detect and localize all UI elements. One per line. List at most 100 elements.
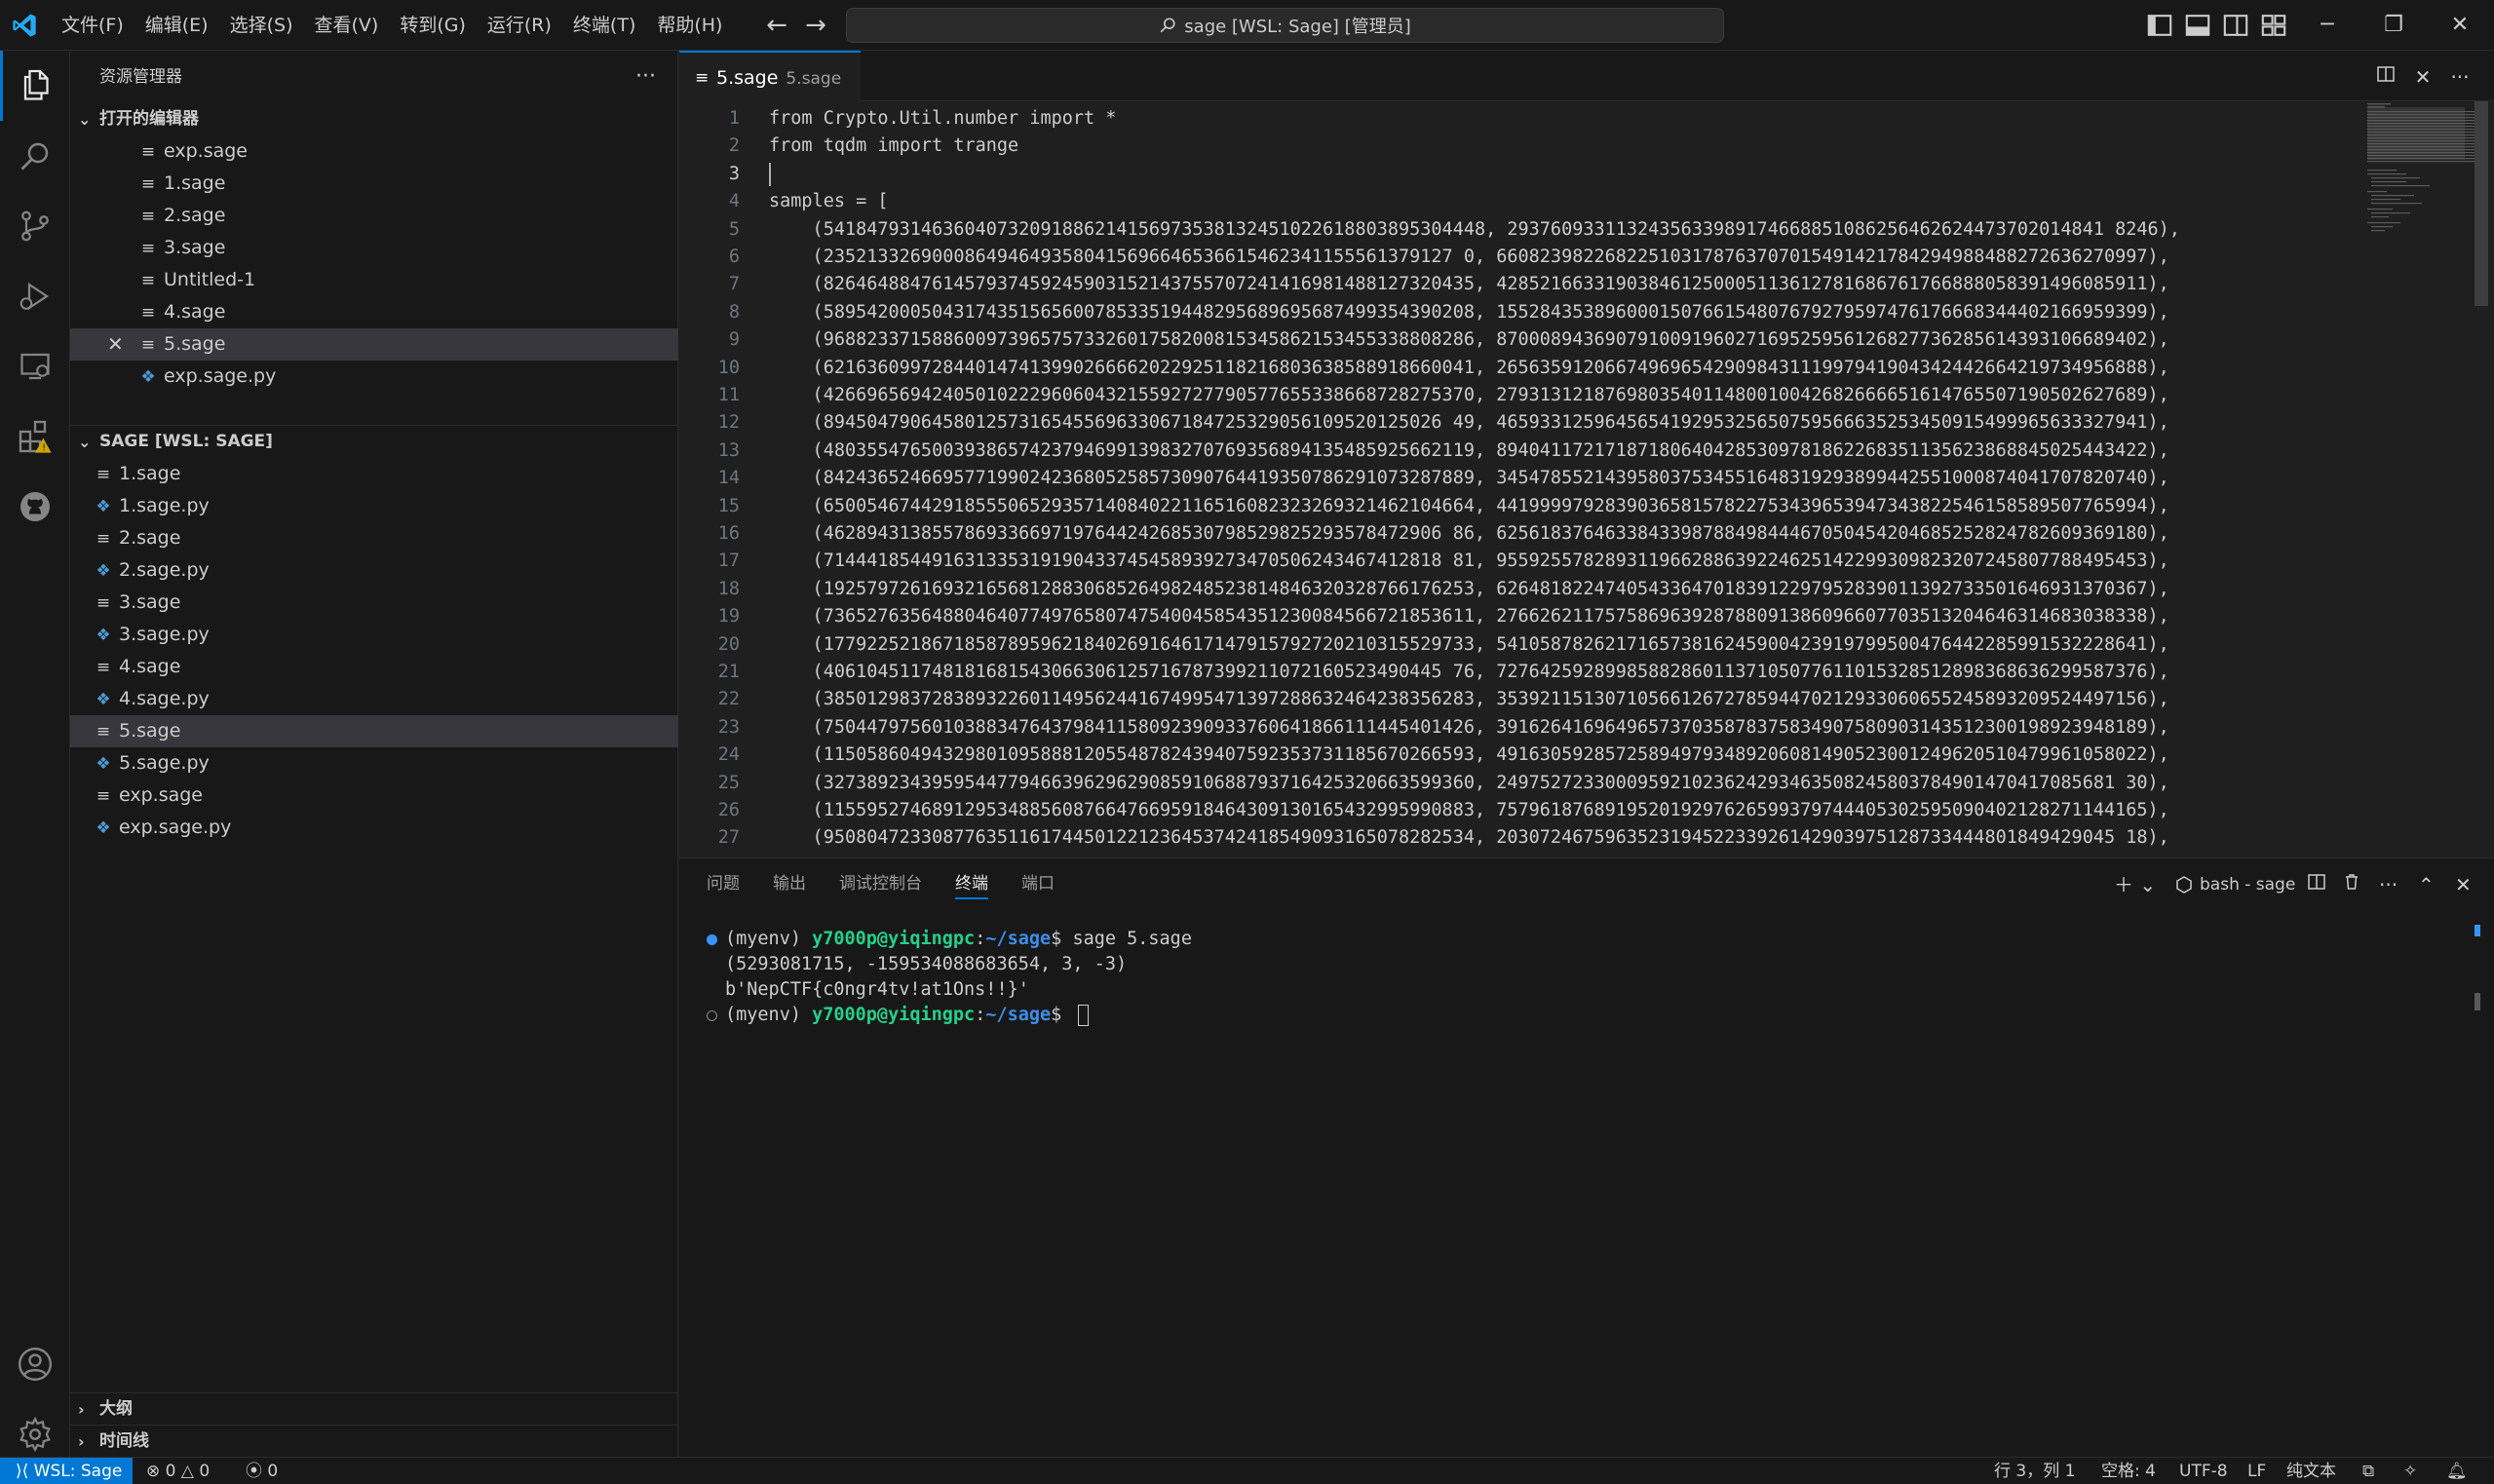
file-item[interactable]: ≡ 4.sage	[70, 651, 678, 683]
file-item[interactable]: ≡ exp.sage	[70, 135, 678, 168]
language-mode[interactable]: 纯文本	[2286, 1458, 2336, 1484]
ports-indicator[interactable]: ⦿ 0	[246, 1458, 278, 1484]
maximize-panel-icon[interactable]: ⌃	[2418, 872, 2435, 897]
menu-item[interactable]: 查看(V)	[304, 9, 390, 42]
close-icon[interactable]: ✕	[107, 328, 124, 361]
code-text: (385012983728389322601149562441674995471…	[769, 689, 2169, 710]
panel-more-icon[interactable]: ···	[2379, 872, 2398, 897]
code-line: 23 (750447975601038834764379841158092390…	[679, 714, 2356, 742]
terminal-selector[interactable]: bash - sage	[2174, 872, 2295, 897]
customize-layout-icon[interactable]	[2260, 12, 2287, 39]
file-label: 5.sage	[119, 720, 181, 742]
end-of-line[interactable]: LF	[2247, 1458, 2266, 1484]
file-item[interactable]: ≡ 1.sage	[70, 168, 678, 200]
line-number: 6	[728, 247, 740, 267]
forward-arrow-icon[interactable]: →	[801, 11, 830, 40]
file-item[interactable]: ✕ ≡ 5.sage	[70, 328, 678, 361]
file-item[interactable]: ≡ Untitled-1	[70, 264, 678, 296]
toggle-secondary-sidebar-icon[interactable]	[2222, 12, 2249, 39]
editor-scrollbar[interactable]	[2475, 101, 2488, 306]
panel-tab[interactable]: 问题	[707, 858, 740, 909]
command-center[interactable]: sage [WSL: Sage] [管理员]	[846, 8, 1724, 43]
encoding[interactable]: UTF-8	[2179, 1458, 2228, 1484]
split-editor-icon[interactable]	[2373, 64, 2398, 90]
line-number: 2	[728, 135, 740, 157]
file-copy-icon[interactable]: ⧉	[2362, 1458, 2374, 1484]
terminal-shell-icon	[2176, 876, 2192, 894]
menu-item[interactable]: 终端(T)	[562, 9, 646, 42]
file-item[interactable]: ❖ 2.sage.py	[70, 554, 678, 587]
code-text: from tqdm import trange	[769, 135, 1019, 157]
back-arrow-icon[interactable]: ←	[762, 11, 791, 40]
explorer-sidebar: 资源管理器 ··· ⌄ 打开的编辑器 ≡ exp.sage ≡ 1.sage ≡ 2.sa…	[70, 51, 678, 1457]
file-item[interactable]: ≡ 2.sage	[70, 200, 678, 232]
file-item[interactable]: ❖ 4.sage.py	[70, 683, 678, 715]
github-icon[interactable]	[0, 472, 70, 542]
file-item[interactable]: ≡ 2.sage	[70, 522, 678, 554]
workspace-header[interactable]: ⌄ SAGE [WSL: SAGE]	[70, 425, 678, 457]
file-item[interactable]: ≡ 3.sage	[70, 587, 678, 619]
minimize-icon[interactable]: ─	[2296, 0, 2359, 51]
file-item[interactable]: ❖ 3.sage.py	[70, 619, 678, 651]
extensions-icon[interactable]: !	[0, 401, 70, 472]
indentation[interactable]: 空格: 4	[2101, 1458, 2156, 1484]
problems-indicator[interactable]: ⊗ 0 △ 0	[146, 1458, 210, 1484]
file-item[interactable]: ≡ 3.sage	[70, 232, 678, 264]
line-number: 15	[717, 495, 740, 516]
editor-more-icon[interactable]: ···	[2447, 64, 2473, 90]
file-item[interactable]: ≡ 1.sage	[70, 458, 678, 490]
close-window-icon[interactable]: ✕	[2429, 0, 2491, 51]
toggle-primary-sidebar-icon[interactable]	[2146, 12, 2173, 39]
code-editor[interactable]: 1 from Crypto.Util.number import * 2 from t…	[679, 101, 2494, 857]
menu-item[interactable]: 转到(G)	[389, 9, 477, 42]
code-line: 15 (650054674429185550652935714084022116…	[679, 493, 2356, 520]
python-file-icon: ❖	[96, 626, 111, 645]
explorer-icon[interactable]	[0, 51, 70, 121]
remote-indicator[interactable]: ⟩⟨ WSL: Sage	[0, 1458, 133, 1484]
file-item[interactable]: ❖ 5.sage.py	[70, 747, 678, 780]
source-control-icon[interactable]	[0, 191, 70, 261]
file-item[interactable]: ≡ exp.sage	[70, 780, 678, 812]
run-debug-icon[interactable]	[0, 261, 70, 331]
remote-explorer-icon[interactable]	[0, 331, 70, 401]
timeline-header[interactable]: › 时间线	[70, 1425, 678, 1457]
copilot-icon[interactable]: ✧	[2403, 1458, 2417, 1484]
open-editors-header[interactable]: ⌄ 打开的编辑器	[70, 103, 678, 135]
menu-item[interactable]: 文件(F)	[51, 9, 134, 42]
code-line: 17 (714441854491631335319190433745458939…	[679, 548, 2356, 575]
minimap[interactable]	[2363, 101, 2480, 394]
menu-item[interactable]: 运行(R)	[477, 9, 562, 42]
line-number: 27	[717, 827, 740, 849]
panel-tab[interactable]: 输出	[773, 858, 806, 909]
close-panel-icon[interactable]: ✕	[2455, 872, 2472, 897]
account-icon[interactable]	[0, 1329, 70, 1399]
cursor-position[interactable]: 行 3，列 1	[1994, 1458, 2075, 1484]
menu-item[interactable]: 编辑(E)	[134, 9, 219, 42]
split-terminal-icon[interactable]	[2307, 872, 2326, 897]
tab-5-sage[interactable]: ≡ 5.sage 5.sage	[679, 51, 862, 101]
outline-header[interactable]: › 大纲	[70, 1392, 678, 1425]
panel-tab[interactable]: 终端	[955, 858, 988, 909]
file-item[interactable]: ❖ 1.sage.py	[70, 490, 678, 522]
code-text: (621636099728440147413990266662022925118…	[769, 357, 2169, 378]
menu-item[interactable]: 选择(S)	[219, 9, 304, 42]
file-lines-icon: ≡	[140, 142, 156, 162]
panel-tab[interactable]: 调试控制台	[839, 858, 922, 909]
toggle-panel-icon[interactable]	[2184, 12, 2211, 39]
terminal-scrollbar[interactable]	[2475, 993, 2480, 1010]
new-terminal-icon[interactable]: ＋ ⌄	[2114, 872, 2156, 897]
file-item[interactable]: ≡ 4.sage	[70, 296, 678, 328]
panel-tab[interactable]: 端口	[1021, 858, 1055, 909]
file-item[interactable]: ❖ exp.sage.py	[70, 361, 678, 393]
close-editor-icon[interactable]: ✕	[2410, 64, 2436, 90]
search-icon[interactable]	[0, 121, 70, 191]
file-item[interactable]: ≡ 5.sage	[70, 715, 678, 747]
restore-icon[interactable]: ❐	[2362, 0, 2425, 51]
menu-item[interactable]: 帮助(H)	[646, 9, 733, 42]
python-file-icon: ❖	[96, 497, 111, 516]
more-actions-icon[interactable]: ···	[635, 64, 656, 89]
chevron-down-icon: ⌄	[78, 110, 92, 129]
notifications-bell-icon[interactable]: 🔔︎	[2446, 1458, 2468, 1484]
kill-terminal-icon[interactable]	[2342, 872, 2361, 897]
file-item[interactable]: ❖ exp.sage.py	[70, 812, 678, 844]
